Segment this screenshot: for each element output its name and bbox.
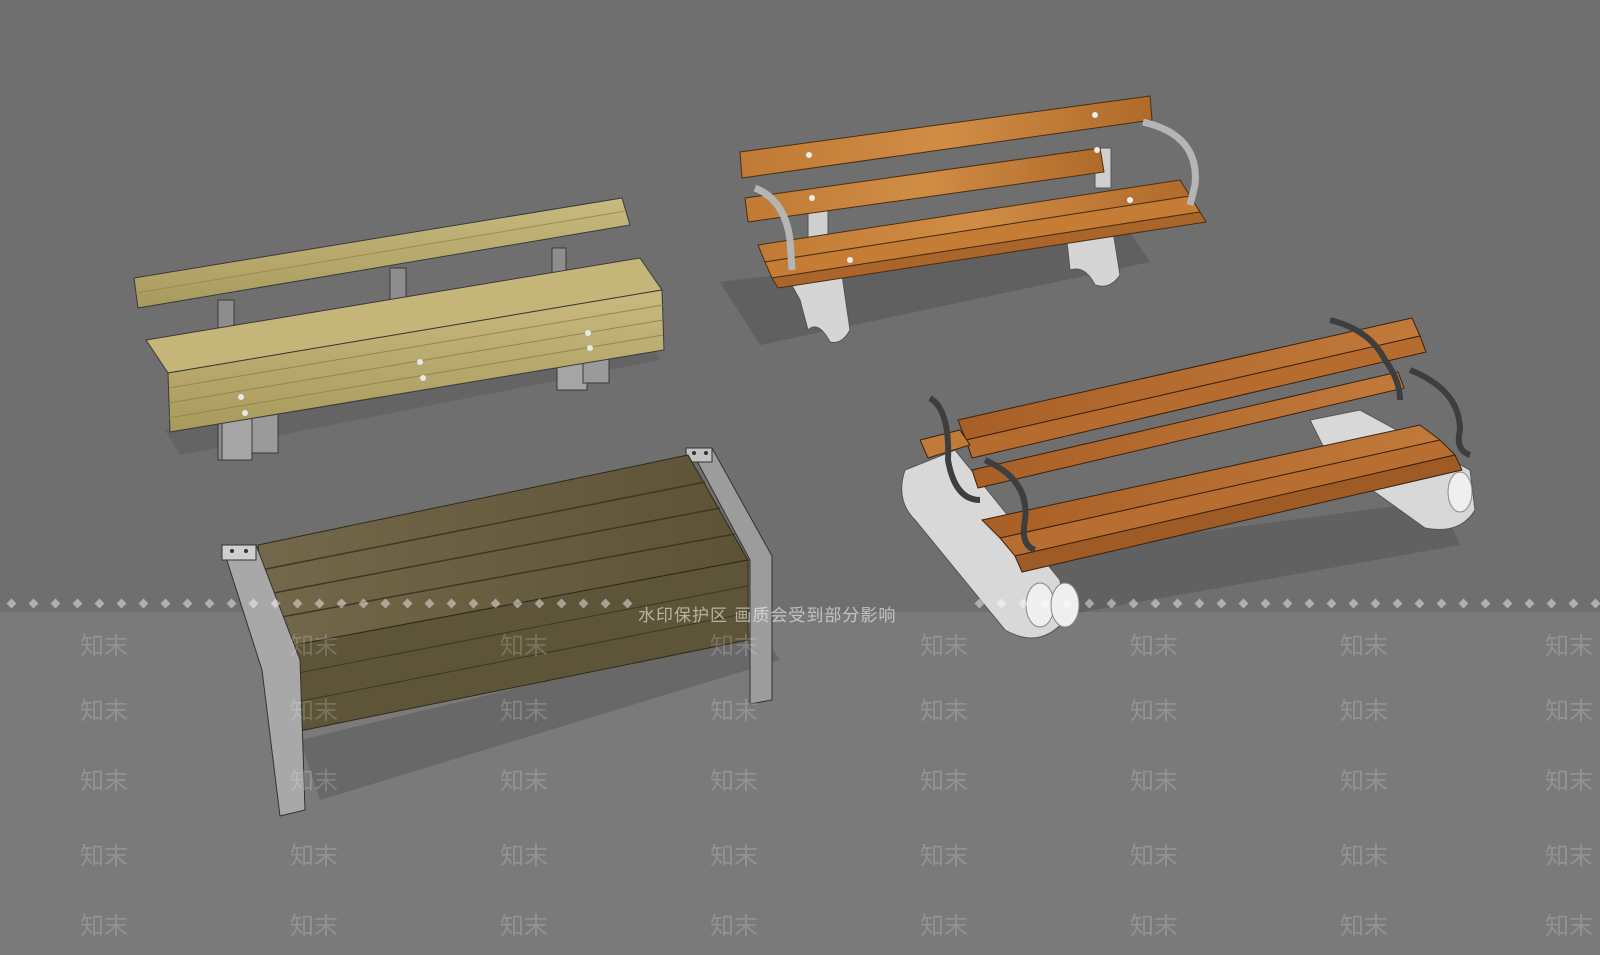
watermark-dot: [182, 598, 193, 609]
watermark-band: [0, 612, 1600, 955]
watermark-dot: [1502, 598, 1513, 609]
watermark-dot: [1590, 598, 1600, 609]
bench-double-stone-ends: [901, 317, 1476, 639]
watermark-dot: [1304, 598, 1315, 609]
watermark-dot: [50, 598, 61, 609]
watermark-dot: [1524, 598, 1535, 609]
bench-orange-stone-legs: [720, 95, 1207, 345]
watermark-dot: [116, 598, 127, 609]
watermark-caption: 水印保护区 画质会受到部分影响: [638, 606, 897, 626]
watermark-dot: [1436, 598, 1447, 609]
watermark-dot: [160, 598, 171, 609]
watermark-dot: [1414, 598, 1425, 609]
watermark-dot: [1260, 598, 1271, 609]
watermark-dot: [1568, 598, 1579, 609]
watermark-dot: [1480, 598, 1491, 609]
watermark-dot: [94, 598, 105, 609]
watermark-dot: [1392, 598, 1403, 609]
watermark-dot: [1546, 598, 1557, 609]
watermark-dot: [6, 598, 17, 609]
watermark-dot: [1370, 598, 1381, 609]
watermark-dot: [1194, 598, 1205, 609]
watermark-dot: [72, 598, 83, 609]
watermark-dot: [1282, 598, 1293, 609]
watermark-dot: [1216, 598, 1227, 609]
watermark-dot: [1172, 598, 1183, 609]
watermark-dot: [1348, 598, 1359, 609]
watermark-dot: [1238, 598, 1249, 609]
bench-light-wood: [133, 197, 665, 461]
watermark-dot: [138, 598, 149, 609]
scene-canvas: [0, 95, 1600, 955]
watermark-dot: [1326, 598, 1337, 609]
watermark-dot: [1150, 598, 1161, 609]
watermark-dot: [28, 598, 39, 609]
watermark-dot: [204, 598, 215, 609]
watermark-dot: [226, 598, 237, 609]
watermark-dot: [1458, 598, 1469, 609]
